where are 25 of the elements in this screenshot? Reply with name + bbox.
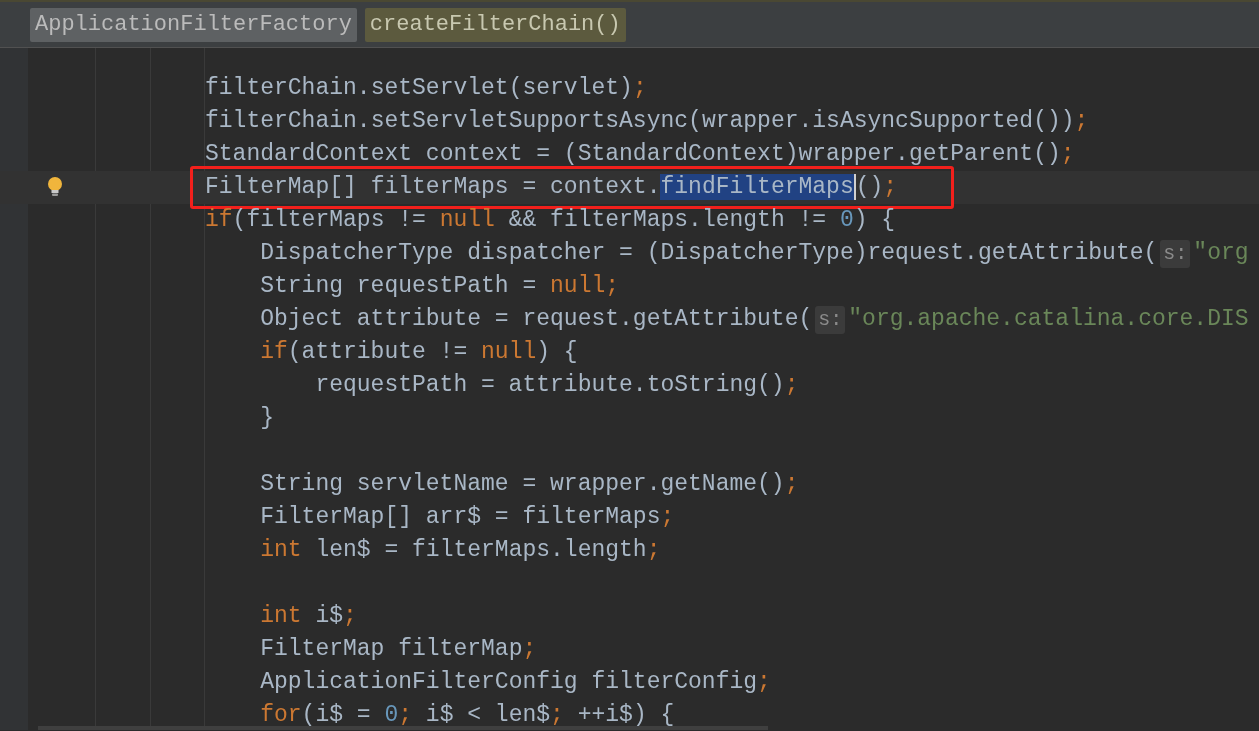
code-text: FilterMap filterMap; [260, 638, 537, 661]
code-text: int i$; [260, 605, 357, 628]
lightbulb-icon[interactable] [46, 176, 64, 198]
code-text: DispatcherType dispatcher = (DispatcherType)request.getAttribute( [260, 242, 1158, 265]
code-text: "org [1193, 242, 1249, 265]
parameter-hint: s: [1160, 239, 1191, 268]
code-text: ApplicationFilterConfig filterConfig; [260, 671, 771, 694]
code-text: if(attribute != null) { [260, 341, 578, 364]
code-text: FilterMap[] arr$ = filterMaps; [260, 506, 675, 529]
code-text: } [260, 407, 274, 430]
code-text: if(filterMaps != null && filterMaps.length != 0) { [205, 209, 896, 232]
code-text: int len$ = filterMaps.length; [260, 539, 661, 562]
code-text: StandardContext context = (StandardContext)wrapper.getParent(); [205, 143, 1075, 166]
code-text: for(i$ = 0; i$ < len$; ++i$) { [260, 704, 675, 727]
code-text: filterChain.setServlet(servlet); [205, 77, 647, 100]
breadcrumb-item[interactable]: createFilterChain() [364, 7, 626, 42]
code-text: filterChain.setServletSupportsAsync(wrapper.isAsyncSupported()); [205, 110, 1089, 133]
code-text: String servletName = wrapper.getName(); [260, 473, 799, 496]
code-text: Object attribute = request.getAttribute( [260, 308, 813, 331]
parameter-hint: s: [815, 305, 846, 334]
code-text: FilterMap[] filterMaps = context.findFilterMaps(); [205, 176, 898, 199]
code-text: String requestPath = null; [260, 275, 620, 298]
code-text: requestPath = attribute.toString(); [315, 374, 799, 397]
breadcrumb-item[interactable]: ApplicationFilterFactory [30, 7, 357, 42]
code-text: "org.apache.catalina.core.DIS [848, 308, 1249, 331]
